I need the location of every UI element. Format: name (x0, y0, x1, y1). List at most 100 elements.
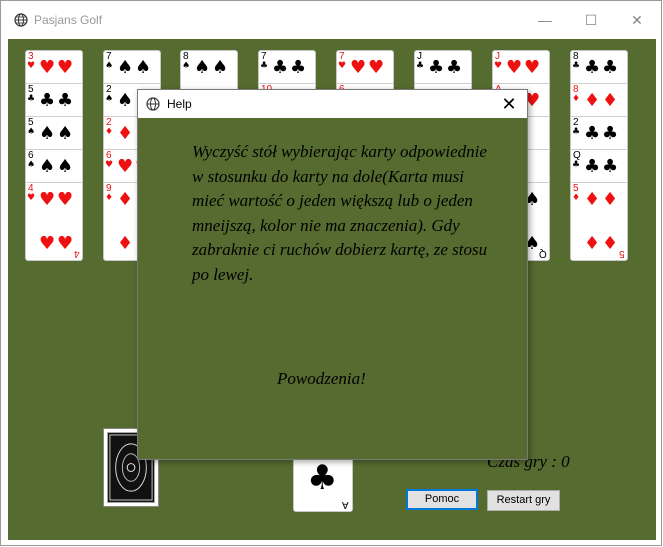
heart-icon: ♥ (39, 57, 56, 78)
card[interactable]: 7 ♠ ♠ ♠ (104, 51, 160, 84)
globe-icon (146, 97, 160, 111)
club-icon: ♣ (27, 94, 36, 104)
diamond-icon: ♦ (584, 189, 601, 210)
help-dialog: Help ✕ Wyczyść stół wybierając karty odp… (137, 89, 528, 460)
club-icon: ♣ (446, 57, 463, 78)
globe-icon (14, 13, 28, 27)
card-rank: Q (539, 248, 547, 259)
spade-icon: ♠ (39, 156, 56, 177)
help-good-luck: Powodzenia! (277, 369, 366, 388)
club-icon: ♣ (272, 57, 289, 78)
diamond-icon: ♦ (602, 90, 619, 111)
spade-icon: ♠ (194, 57, 211, 78)
waste-pile-card[interactable]: ♣ A (293, 454, 353, 512)
spade-icon: ♠ (57, 123, 74, 144)
club-icon: ♣ (416, 61, 425, 71)
title-bar: Pasjans Golf — ☐ ✕ (1, 1, 661, 39)
card[interactable]: 2 ♣ ♣ ♣ (571, 117, 627, 150)
heart-icon: ♥ (57, 57, 74, 78)
card[interactable]: 7 ♥ ♥ ♥ (337, 51, 393, 84)
heart-icon: ♥ (494, 61, 503, 71)
card[interactable]: J ♣ ♣ ♣ (415, 51, 471, 84)
club-icon: ♣ (290, 57, 307, 78)
help-dialog-title-bar: Help ✕ (138, 90, 527, 118)
diamond-icon: ♦ (572, 193, 581, 203)
card[interactable]: 8 ♦ ♦ ♦ (571, 84, 627, 117)
heart-icon: ♥ (27, 61, 36, 71)
card[interactable]: 5 ♣ ♣ ♣ (26, 84, 82, 117)
card[interactable]: 6 ♠ ♠ ♠ (26, 150, 82, 183)
spade-icon: ♠ (117, 57, 134, 78)
tableau-column-1[interactable]: 3 ♥ ♥ ♥ 5 ♣ ♣ ♣ 5 ♠ ♠ ♠ 6 ♠ ♠ ♠ 4 ♥ ♥ ♥ ♥ ♥ 4 (25, 50, 83, 261)
heart-icon: ♥ (57, 233, 74, 254)
club-icon: ♣ (584, 57, 601, 78)
diamond-icon: ♦ (105, 193, 114, 203)
club-icon: ♣ (602, 57, 619, 78)
diamond-icon: ♦ (117, 233, 134, 254)
diamond-icon: ♦ (602, 233, 619, 254)
heart-icon: ♥ (338, 61, 347, 71)
club-icon: ♣ (572, 61, 581, 71)
minimize-button[interactable]: — (522, 7, 568, 33)
help-button[interactable]: Pomoc (406, 489, 478, 510)
card[interactable]: 3 ♥ ♥ ♥ (26, 51, 82, 84)
spade-icon: ♠ (27, 160, 36, 170)
diamond-icon: ♦ (584, 233, 601, 254)
app-window: Pasjans Golf — ☐ ✕ 3 ♥ ♥ ♥ 5 ♣ ♣ ♣ 5 ♠ ♠ ♠ 6 ♠ ♠ ♠ 4 ♥ ♥ ♥ ♥… (0, 0, 662, 546)
card[interactable]: 4 ♥ ♥ ♥ ♥ ♥ 4 (26, 183, 82, 260)
club-icon: ♣ (572, 127, 581, 137)
diamond-icon: ♦ (602, 189, 619, 210)
heart-icon: ♥ (506, 57, 523, 78)
help-dialog-title: Help (167, 97, 192, 111)
help-instructions: Wyczyść stół wybierając karty odpowiedni… (192, 142, 488, 284)
card[interactable]: 5 ♠ ♠ ♠ (26, 117, 82, 150)
tableau-column-8[interactable]: 8 ♣ ♣ ♣ 8 ♦ ♦ ♦ 2 ♣ ♣ ♣ Q ♣ ♣ ♣ 5 ♦ ♦ ♦ ♦ ♦ 5 (570, 50, 628, 261)
club-icon: ♣ (584, 123, 601, 144)
heart-icon: ♥ (117, 156, 134, 177)
heart-icon: ♥ (350, 57, 367, 78)
spade-icon: ♠ (105, 94, 114, 104)
diamond-icon: ♦ (117, 123, 134, 144)
card[interactable]: 5 ♦ ♦ ♦ ♦ ♦ 5 (571, 183, 627, 260)
window-title: Pasjans Golf (34, 13, 103, 27)
club-icon: ♣ (602, 156, 619, 177)
club-icon: ♣ (260, 61, 269, 71)
diamond-icon: ♦ (584, 90, 601, 111)
club-icon: ♣ (57, 90, 74, 111)
card-rank: 4 (74, 248, 80, 259)
heart-icon: ♥ (27, 193, 36, 203)
club-icon: ♣ (602, 123, 619, 144)
club-icon: ♣ (428, 57, 445, 78)
spade-icon: ♠ (117, 90, 134, 111)
spade-icon: ♠ (57, 156, 74, 177)
waste-card-rank: A (342, 499, 349, 510)
heart-icon: ♥ (105, 160, 114, 170)
card[interactable]: Q ♣ ♣ ♣ (571, 150, 627, 183)
diamond-icon: ♦ (105, 127, 114, 137)
diamond-icon: ♦ (117, 189, 134, 210)
help-close-button[interactable]: ✕ (497, 92, 521, 116)
spade-icon: ♠ (27, 127, 36, 137)
maximize-button[interactable]: ☐ (568, 7, 614, 33)
card[interactable]: 8 ♣ ♣ ♣ (571, 51, 627, 84)
diamond-icon: ♦ (572, 94, 581, 104)
spade-icon: ♠ (135, 57, 152, 78)
spade-icon: ♠ (105, 61, 114, 71)
spade-icon: ♠ (182, 61, 191, 71)
card[interactable]: J ♥ ♥ ♥ (493, 51, 549, 84)
heart-icon: ♥ (524, 57, 541, 78)
heart-icon: ♥ (39, 233, 56, 254)
heart-icon: ♥ (368, 57, 385, 78)
close-button[interactable]: ✕ (614, 7, 660, 33)
heart-icon: ♥ (57, 189, 74, 210)
club-icon: ♣ (39, 90, 56, 111)
card-rank: 5 (619, 248, 625, 259)
card[interactable]: 7 ♣ ♣ ♣ (259, 51, 315, 84)
restart-button[interactable]: Restart gry (487, 490, 560, 511)
spade-icon: ♠ (212, 57, 229, 78)
spade-icon: ♠ (39, 123, 56, 144)
club-icon: ♣ (572, 160, 581, 170)
club-icon: ♣ (307, 458, 338, 498)
heart-icon: ♥ (39, 189, 56, 210)
club-icon: ♣ (584, 156, 601, 177)
